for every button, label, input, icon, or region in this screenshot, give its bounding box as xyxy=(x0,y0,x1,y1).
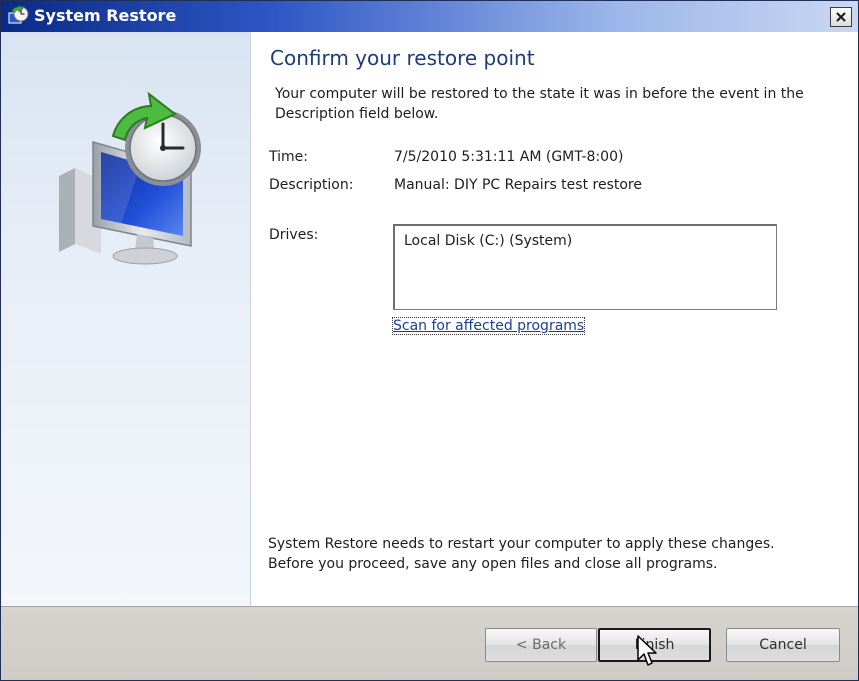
time-label: Time: xyxy=(269,149,308,165)
content-area: Confirm your restore point Your computer… xyxy=(251,32,858,606)
scan-affected-programs-link[interactable]: Scan for affected programs xyxy=(391,317,586,335)
system-restore-monitor-clock-icon xyxy=(59,91,201,265)
system-restore-icon xyxy=(8,5,29,24)
list-item[interactable]: Local Disk (C:) (System) xyxy=(404,233,572,249)
page-title: Confirm your restore point xyxy=(270,46,535,70)
window-title: System Restore xyxy=(34,6,177,25)
finish-button[interactable]: Finish xyxy=(598,628,711,662)
system-restore-window: System Restore Confirm your restore poin… xyxy=(0,0,859,681)
restart-notice: System Restore needs to restart your com… xyxy=(268,534,838,574)
cancel-button[interactable]: Cancel xyxy=(726,628,840,662)
description-value: Manual: DIY PC Repairs test restore xyxy=(394,177,642,193)
description-label: Description: xyxy=(269,177,354,193)
intro-text: Your computer will be restored to the st… xyxy=(275,86,804,122)
button-bar: < Back Finish Cancel xyxy=(1,606,858,680)
drives-label: Drives: xyxy=(269,227,319,243)
close-button[interactable] xyxy=(830,7,852,27)
title-bar[interactable]: System Restore xyxy=(1,1,858,32)
restart-notice-line1: System Restore needs to restart your com… xyxy=(268,536,775,552)
drives-list[interactable]: Local Disk (C:) (System) xyxy=(393,224,777,310)
left-banner-panel xyxy=(1,32,251,606)
close-icon xyxy=(836,12,846,22)
restart-notice-line2: Before you proceed, save any open files … xyxy=(268,556,718,572)
back-button[interactable]: < Back xyxy=(485,628,597,662)
time-value: 7/5/2010 5:31:11 AM (GMT-8:00) xyxy=(394,149,624,165)
